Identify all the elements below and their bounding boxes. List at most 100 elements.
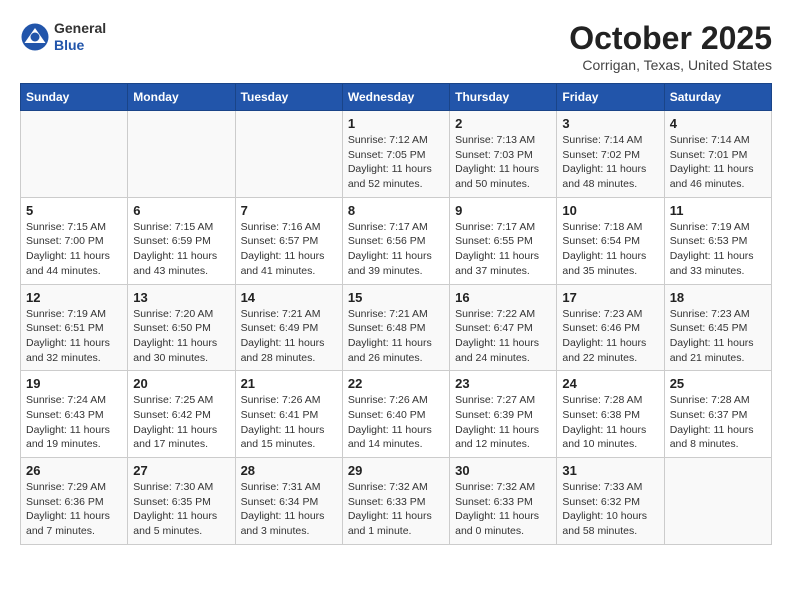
page-header: General Blue October 2025 Corrigan, Texa… bbox=[20, 20, 772, 73]
calendar-cell: 24 Sunrise: 7:28 AM Sunset: 6:38 PM Dayli… bbox=[557, 371, 664, 458]
calendar-cell: 4Sunrise: 7:14 AM Sunset: 7:01 PM Daylig… bbox=[664, 111, 771, 198]
calendar-cell: 19 Sunrise: 7:24 AM Sunset: 6:43 PM Dayli… bbox=[21, 371, 128, 458]
day-number: 10 bbox=[562, 203, 658, 218]
logo-blue: Blue bbox=[54, 37, 106, 54]
calendar-cell: 11Sunrise: 7:19 AM Sunset: 6:53 PM Dayli… bbox=[664, 197, 771, 284]
calendar-cell: 1 Sunrise: 7:12 AM Sunset: 7:05 PM Daylig… bbox=[342, 111, 449, 198]
day-info: Sunrise: 7:28 AM Sunset: 6:37 PM Dayligh… bbox=[670, 393, 766, 452]
weekday-header: Tuesday bbox=[235, 84, 342, 111]
calendar-cell: 17Sunrise: 7:23 AM Sunset: 6:46 PM Dayli… bbox=[557, 284, 664, 371]
title-block: October 2025 Corrigan, Texas, United Sta… bbox=[569, 20, 772, 73]
day-number: 28 bbox=[241, 463, 337, 478]
day-info: Sunrise: 7:13 AM Sunset: 7:03 PM Dayligh… bbox=[455, 133, 551, 192]
day-number: 16 bbox=[455, 290, 551, 305]
calendar-cell: 7Sunrise: 7:16 AM Sunset: 6:57 PM Daylig… bbox=[235, 197, 342, 284]
calendar-title: October 2025 bbox=[569, 20, 772, 57]
day-info: Sunrise: 7:33 AM Sunset: 6:32 PM Dayligh… bbox=[562, 480, 658, 539]
day-number: 24 bbox=[562, 376, 658, 391]
day-number: 30 bbox=[455, 463, 551, 478]
weekday-row: SundayMondayTuesdayWednesdayThursdayFrid… bbox=[21, 84, 772, 111]
day-info: Sunrise: 7:15 AM Sunset: 7:00 PM Dayligh… bbox=[26, 220, 122, 279]
day-number: 15 bbox=[348, 290, 444, 305]
day-info: Sunrise: 7:23 AM Sunset: 6:46 PM Dayligh… bbox=[562, 307, 658, 366]
day-number: 21 bbox=[241, 376, 337, 391]
day-number: 12 bbox=[26, 290, 122, 305]
day-info: Sunrise: 7:18 AM Sunset: 6:54 PM Dayligh… bbox=[562, 220, 658, 279]
weekday-header: Friday bbox=[557, 84, 664, 111]
calendar-cell: 12 Sunrise: 7:19 AM Sunset: 6:51 PM Dayli… bbox=[21, 284, 128, 371]
day-number: 22 bbox=[348, 376, 444, 391]
day-number: 20 bbox=[133, 376, 229, 391]
day-number: 27 bbox=[133, 463, 229, 478]
weekday-header: Wednesday bbox=[342, 84, 449, 111]
calendar-week-row: 1 Sunrise: 7:12 AM Sunset: 7:05 PM Daylig… bbox=[21, 111, 772, 198]
calendar-cell: 18 Sunrise: 7:23 AM Sunset: 6:45 PM Dayli… bbox=[664, 284, 771, 371]
day-number: 23 bbox=[455, 376, 551, 391]
logo: General Blue bbox=[20, 20, 106, 54]
day-info: Sunrise: 7:25 AM Sunset: 6:42 PM Dayligh… bbox=[133, 393, 229, 452]
day-info: Sunrise: 7:17 AM Sunset: 6:56 PM Dayligh… bbox=[348, 220, 444, 279]
weekday-header: Saturday bbox=[664, 84, 771, 111]
day-number: 14 bbox=[241, 290, 337, 305]
day-number: 26 bbox=[26, 463, 122, 478]
day-info: Sunrise: 7:12 AM Sunset: 7:05 PM Dayligh… bbox=[348, 133, 444, 192]
calendar-header: SundayMondayTuesdayWednesdayThursdayFrid… bbox=[21, 84, 772, 111]
day-number: 1 bbox=[348, 116, 444, 131]
day-number: 31 bbox=[562, 463, 658, 478]
calendar-cell: 31 Sunrise: 7:33 AM Sunset: 6:32 PM Dayli… bbox=[557, 458, 664, 545]
day-number: 5 bbox=[26, 203, 122, 218]
day-info: Sunrise: 7:24 AM Sunset: 6:43 PM Dayligh… bbox=[26, 393, 122, 452]
calendar-subtitle: Corrigan, Texas, United States bbox=[569, 57, 772, 73]
day-info: Sunrise: 7:26 AM Sunset: 6:40 PM Dayligh… bbox=[348, 393, 444, 452]
day-number: 18 bbox=[670, 290, 766, 305]
day-number: 25 bbox=[670, 376, 766, 391]
day-number: 8 bbox=[348, 203, 444, 218]
calendar-cell: 16Sunrise: 7:22 AM Sunset: 6:47 PM Dayli… bbox=[450, 284, 557, 371]
day-number: 19 bbox=[26, 376, 122, 391]
day-info: Sunrise: 7:23 AM Sunset: 6:45 PM Dayligh… bbox=[670, 307, 766, 366]
day-info: Sunrise: 7:15 AM Sunset: 6:59 PM Dayligh… bbox=[133, 220, 229, 279]
day-info: Sunrise: 7:14 AM Sunset: 7:01 PM Dayligh… bbox=[670, 133, 766, 192]
day-info: Sunrise: 7:32 AM Sunset: 6:33 PM Dayligh… bbox=[455, 480, 551, 539]
calendar-week-row: 12 Sunrise: 7:19 AM Sunset: 6:51 PM Dayli… bbox=[21, 284, 772, 371]
day-info: Sunrise: 7:19 AM Sunset: 6:53 PM Dayligh… bbox=[670, 220, 766, 279]
day-info: Sunrise: 7:26 AM Sunset: 6:41 PM Dayligh… bbox=[241, 393, 337, 452]
calendar-cell: 20 Sunrise: 7:25 AM Sunset: 6:42 PM Dayli… bbox=[128, 371, 235, 458]
calendar-cell: 23 Sunrise: 7:27 AM Sunset: 6:39 PM Dayli… bbox=[450, 371, 557, 458]
weekday-header: Thursday bbox=[450, 84, 557, 111]
day-number: 3 bbox=[562, 116, 658, 131]
calendar-week-row: 26 Sunrise: 7:29 AM Sunset: 6:36 PM Dayli… bbox=[21, 458, 772, 545]
day-info: Sunrise: 7:20 AM Sunset: 6:50 PM Dayligh… bbox=[133, 307, 229, 366]
day-info: Sunrise: 7:29 AM Sunset: 6:36 PM Dayligh… bbox=[26, 480, 122, 539]
calendar-cell: 15 Sunrise: 7:21 AM Sunset: 6:48 PM Dayli… bbox=[342, 284, 449, 371]
day-number: 9 bbox=[455, 203, 551, 218]
weekday-header: Sunday bbox=[21, 84, 128, 111]
calendar-week-row: 19 Sunrise: 7:24 AM Sunset: 6:43 PM Dayli… bbox=[21, 371, 772, 458]
day-info: Sunrise: 7:30 AM Sunset: 6:35 PM Dayligh… bbox=[133, 480, 229, 539]
calendar-table: SundayMondayTuesdayWednesdayThursdayFrid… bbox=[20, 83, 772, 545]
logo-icon bbox=[20, 22, 50, 52]
logo-text: General Blue bbox=[54, 20, 106, 54]
calendar-cell: 2 Sunrise: 7:13 AM Sunset: 7:03 PM Daylig… bbox=[450, 111, 557, 198]
day-number: 6 bbox=[133, 203, 229, 218]
calendar-cell bbox=[128, 111, 235, 198]
day-info: Sunrise: 7:28 AM Sunset: 6:38 PM Dayligh… bbox=[562, 393, 658, 452]
day-info: Sunrise: 7:21 AM Sunset: 6:48 PM Dayligh… bbox=[348, 307, 444, 366]
calendar-cell: 21 Sunrise: 7:26 AM Sunset: 6:41 PM Dayli… bbox=[235, 371, 342, 458]
calendar-cell bbox=[235, 111, 342, 198]
logo-general: General bbox=[54, 20, 106, 37]
day-info: Sunrise: 7:21 AM Sunset: 6:49 PM Dayligh… bbox=[241, 307, 337, 366]
calendar-cell: 28Sunrise: 7:31 AM Sunset: 6:34 PM Dayli… bbox=[235, 458, 342, 545]
day-info: Sunrise: 7:27 AM Sunset: 6:39 PM Dayligh… bbox=[455, 393, 551, 452]
calendar-body: 1 Sunrise: 7:12 AM Sunset: 7:05 PM Daylig… bbox=[21, 111, 772, 545]
calendar-cell: 8 Sunrise: 7:17 AM Sunset: 6:56 PM Daylig… bbox=[342, 197, 449, 284]
calendar-cell: 22 Sunrise: 7:26 AM Sunset: 6:40 PM Dayli… bbox=[342, 371, 449, 458]
calendar-cell: 26 Sunrise: 7:29 AM Sunset: 6:36 PM Dayli… bbox=[21, 458, 128, 545]
day-info: Sunrise: 7:19 AM Sunset: 6:51 PM Dayligh… bbox=[26, 307, 122, 366]
calendar-cell: 29Sunrise: 7:32 AM Sunset: 6:33 PM Dayli… bbox=[342, 458, 449, 545]
calendar-cell: 30 Sunrise: 7:32 AM Sunset: 6:33 PM Dayli… bbox=[450, 458, 557, 545]
calendar-cell: 13Sunrise: 7:20 AM Sunset: 6:50 PM Dayli… bbox=[128, 284, 235, 371]
day-info: Sunrise: 7:16 AM Sunset: 6:57 PM Dayligh… bbox=[241, 220, 337, 279]
calendar-cell: 3Sunrise: 7:14 AM Sunset: 7:02 PM Daylig… bbox=[557, 111, 664, 198]
day-number: 2 bbox=[455, 116, 551, 131]
